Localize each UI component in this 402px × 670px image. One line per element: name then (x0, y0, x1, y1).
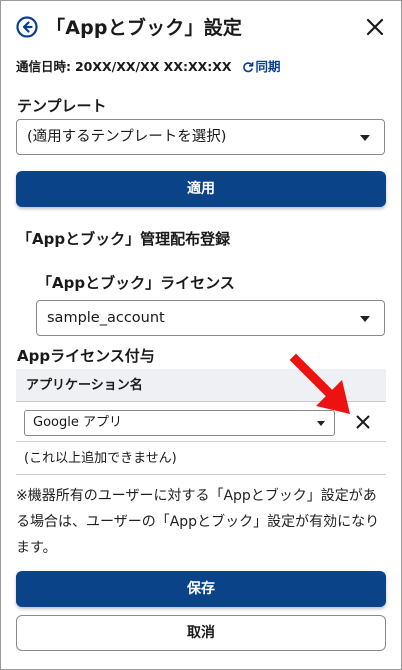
chevron-down-icon (360, 316, 370, 322)
sync-label: 通信日時: (16, 59, 71, 74)
sync-link-label: 同期 (255, 59, 281, 74)
license-label: 「Appとブック」ライセンス (37, 274, 235, 292)
license-select[interactable]: sample_account (36, 300, 385, 336)
annotation-arrow-icon (289, 353, 350, 414)
template-select-value: (適用するテンプレートを選択) (27, 129, 227, 145)
license-select-value: sample_account (47, 310, 165, 326)
close-icon[interactable] (366, 18, 384, 36)
cancel-button[interactable]: 取消 (16, 615, 386, 651)
apply-button[interactable]: 適用 (16, 171, 386, 207)
app-license-label: Appライセンス付与 (17, 347, 155, 365)
refresh-icon (242, 62, 253, 73)
template-label: テンプレート (17, 97, 107, 115)
note-text: ※機器所有のユーザーに対する「Appとブック」設定がある場合は、ユーザーの「Ap… (16, 488, 380, 556)
arrow-left-circle-icon[interactable] (16, 16, 38, 38)
app-select-value: Google アプリ (33, 415, 122, 430)
template-select[interactable]: (適用するテンプレートを選択) (16, 119, 385, 155)
sync-row: 通信日時: 20XX/XX/XX XX:XX:XX 同期 (16, 58, 281, 76)
chevron-down-icon (360, 135, 370, 141)
managed-dist-label: 「Appとブック」管理配布登録 (17, 230, 231, 248)
page-title: 「Appとブック」設定 (46, 17, 243, 39)
no-more-text: (これ以上追加できません) (16, 442, 386, 475)
sync-datetime: 20XX/XX/XX XX:XX:XX (74, 59, 232, 74)
dialog-header: 「Appとブック」設定 (16, 14, 386, 42)
save-button[interactable]: 保存 (16, 571, 386, 607)
sync-link[interactable]: 同期 (242, 59, 281, 74)
